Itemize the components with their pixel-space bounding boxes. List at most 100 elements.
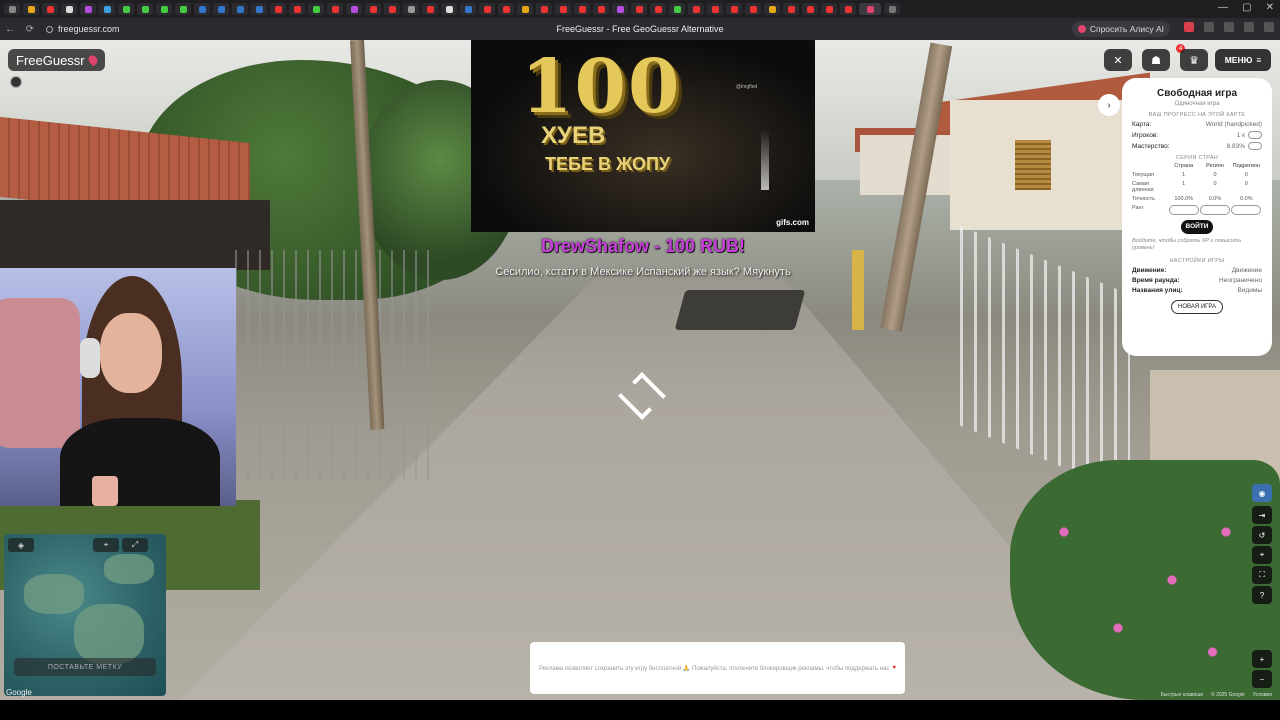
browser-tab[interactable]: [403, 3, 419, 15]
pin-icon[interactable]: ⌖: [1252, 546, 1272, 564]
exit-icon[interactable]: ⇥: [1252, 506, 1272, 524]
reload-icon[interactable]: ⟳: [20, 24, 40, 35]
browser-tab[interactable]: [327, 3, 343, 15]
browser-tab[interactable]: [4, 3, 20, 15]
browser-tab[interactable]: [23, 3, 39, 15]
app-root: — ▢ ✕ ← ⟳ freeguessr.com FreeGuessr - Fr…: [0, 0, 1280, 720]
browser-tab[interactable]: [631, 3, 647, 15]
browser-tab[interactable]: [251, 3, 267, 15]
leaderboard-icon[interactable]: [1248, 131, 1262, 139]
extension-icon[interactable]: [1244, 22, 1254, 32]
trophy-icon[interactable]: ♛: [1180, 49, 1208, 71]
user-icon[interactable]: [10, 76, 22, 88]
compass-icon[interactable]: ◉: [1252, 484, 1272, 502]
setting-row: Движение: Движение: [1132, 267, 1262, 274]
browser-tab[interactable]: [308, 3, 324, 15]
browser-tab[interactable]: [764, 3, 780, 15]
login-button[interactable]: ВОЙТИ: [1181, 220, 1213, 234]
browser-tab[interactable]: [156, 3, 172, 15]
browser-tab[interactable]: [498, 3, 514, 15]
help-icon[interactable]: ?: [1252, 586, 1272, 604]
browser-tab[interactable]: [61, 3, 77, 15]
site-info-icon[interactable]: [46, 25, 53, 33]
browser-tab[interactable]: [175, 3, 191, 15]
rank-chart-icon[interactable]: [1199, 205, 1230, 215]
browser-tab[interactable]: [612, 3, 628, 15]
browser-tab[interactable]: [707, 3, 723, 15]
browser-tab[interactable]: [669, 3, 685, 15]
browser-tab[interactable]: [745, 3, 761, 15]
browser-tab[interactable]: [194, 3, 210, 15]
streak-col-region: Регион: [1206, 163, 1224, 169]
terms-link[interactable]: Условия: [1253, 692, 1272, 698]
streak-cell: 1: [1182, 172, 1186, 178]
back-icon[interactable]: ←: [0, 24, 20, 35]
expand-map-icon[interactable]: ⤢: [122, 538, 148, 552]
streak-row-label: Текущая: [1132, 172, 1154, 178]
freeguessr-logo[interactable]: FreeGuessr: [8, 49, 105, 71]
collapse-panel-chevron-icon[interactable]: ›: [1098, 94, 1120, 116]
leaderboard-icon[interactable]: [1248, 142, 1262, 150]
place-guess-button[interactable]: ПОСТАВЬТЕ МЕТКУ: [14, 658, 156, 676]
browser-tab[interactable]: [783, 3, 799, 15]
browser-tab[interactable]: [42, 3, 58, 15]
browser-tab[interactable]: [289, 3, 305, 15]
minimize-icon[interactable]: —: [1218, 2, 1228, 13]
browser-tab[interactable]: [460, 3, 476, 15]
browser-tab[interactable]: [346, 3, 362, 15]
guess-minimap[interactable]: ◈ ⌖ ⤢ ПОСТАВЬТЕ МЕТКУ: [4, 534, 166, 696]
browser-tab[interactable]: [479, 3, 495, 15]
maximize-icon[interactable]: ▢: [1242, 2, 1251, 13]
setting-label: Время раунда:: [1132, 276, 1180, 284]
donation-title: DrewShafow - 100 RUB!: [540, 236, 746, 256]
new-game-button[interactable]: НОВАЯ ИГРА: [1171, 299, 1223, 314]
close-icon[interactable]: ✕: [1266, 2, 1274, 13]
browser-tab[interactable]: [365, 3, 381, 15]
browser-tab[interactable]: [536, 3, 552, 15]
browser-tab[interactable]: [555, 3, 571, 15]
fullscreen-icon[interactable]: ⛶: [1252, 566, 1272, 584]
browser-tab[interactable]: [270, 3, 286, 15]
group-icon[interactable]: ☗: [1142, 49, 1170, 71]
browser-tab[interactable]: [137, 3, 153, 15]
browser-tab[interactable]: [574, 3, 590, 15]
undo-icon[interactable]: ↺: [1252, 526, 1272, 544]
rank-chart-icon[interactable]: [1231, 205, 1262, 215]
ask-ai-button[interactable]: Спросить Алису AI: [1071, 21, 1170, 37]
browser-tab[interactable]: [80, 3, 96, 15]
layers-icon[interactable]: ◈: [8, 538, 34, 552]
browser-tab-active[interactable]: [859, 3, 881, 15]
browser-tab[interactable]: [118, 3, 134, 15]
game-info-panel: Свободная игра Одиночная игра ВАШ ПРОГРЕ…: [1122, 78, 1272, 356]
browser-tab[interactable]: [441, 3, 457, 15]
new-tab-button[interactable]: [884, 3, 900, 15]
keyboard-shortcuts-link[interactable]: Быстрые клавиши: [1161, 692, 1203, 698]
extension-icon[interactable]: [1184, 22, 1194, 32]
extension-icon[interactable]: [1224, 22, 1234, 32]
browser-tab[interactable]: [593, 3, 609, 15]
downloads-icon[interactable]: [1264, 22, 1274, 32]
browser-tab[interactable]: [821, 3, 837, 15]
browser-tab[interactable]: [650, 3, 666, 15]
pin-map-icon[interactable]: ⌖: [93, 538, 119, 552]
browser-tab[interactable]: [422, 3, 438, 15]
browser-tab[interactable]: [384, 3, 400, 15]
url-field[interactable]: freeguessr.com: [46, 24, 120, 34]
land-mass: [74, 604, 144, 664]
rank-chart-icon[interactable]: [1168, 205, 1199, 215]
browser-tab[interactable]: [726, 3, 742, 15]
mastery-row: Мастерство: 8.83%: [1132, 142, 1262, 150]
setting-row: Названия улиц: Видимы: [1132, 287, 1262, 294]
zoom-out-icon[interactable]: −: [1252, 670, 1272, 688]
browser-tab[interactable]: [517, 3, 533, 15]
swords-icon[interactable]: ✕: [1104, 49, 1132, 71]
zoom-in-icon[interactable]: +: [1252, 650, 1272, 668]
browser-tab[interactable]: [802, 3, 818, 15]
browser-tab[interactable]: [213, 3, 229, 15]
browser-tab[interactable]: [232, 3, 248, 15]
menu-button[interactable]: МЕНЮ ≡: [1215, 49, 1271, 71]
browser-tab[interactable]: [840, 3, 856, 15]
extension-icon[interactable]: [1204, 22, 1214, 32]
browser-tab[interactable]: [688, 3, 704, 15]
browser-tab[interactable]: [99, 3, 115, 15]
